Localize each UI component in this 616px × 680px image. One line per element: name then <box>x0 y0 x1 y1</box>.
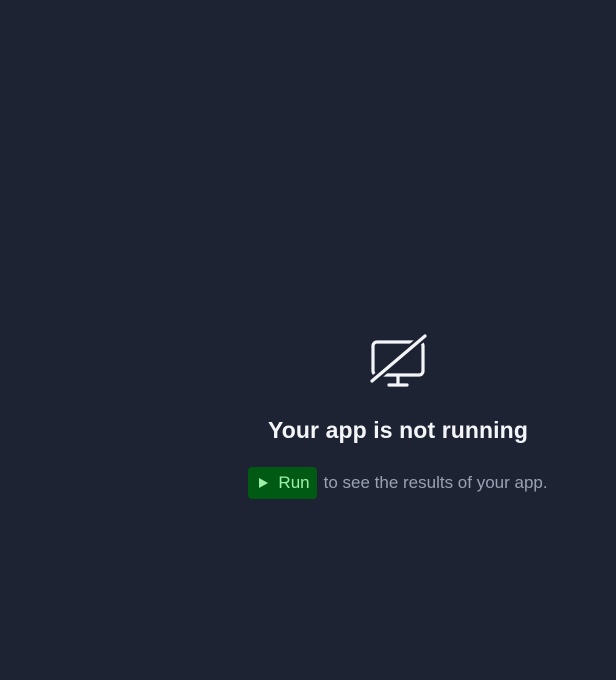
monitor-off-icon <box>368 332 429 387</box>
app-preview-pane: Your app is not running Run to see the r… <box>0 0 616 680</box>
run-hint-text: to see the results of your app. <box>323 473 548 492</box>
app-not-running-empty-state: Your app is not running Run to see the r… <box>236 332 560 499</box>
play-icon <box>259 478 269 488</box>
run-button-label: Run <box>278 473 310 492</box>
run-button[interactable]: Run <box>248 467 317 499</box>
app-not-running-title: Your app is not running <box>268 417 528 443</box>
run-hint-row: Run to see the results of your app. <box>248 467 548 499</box>
